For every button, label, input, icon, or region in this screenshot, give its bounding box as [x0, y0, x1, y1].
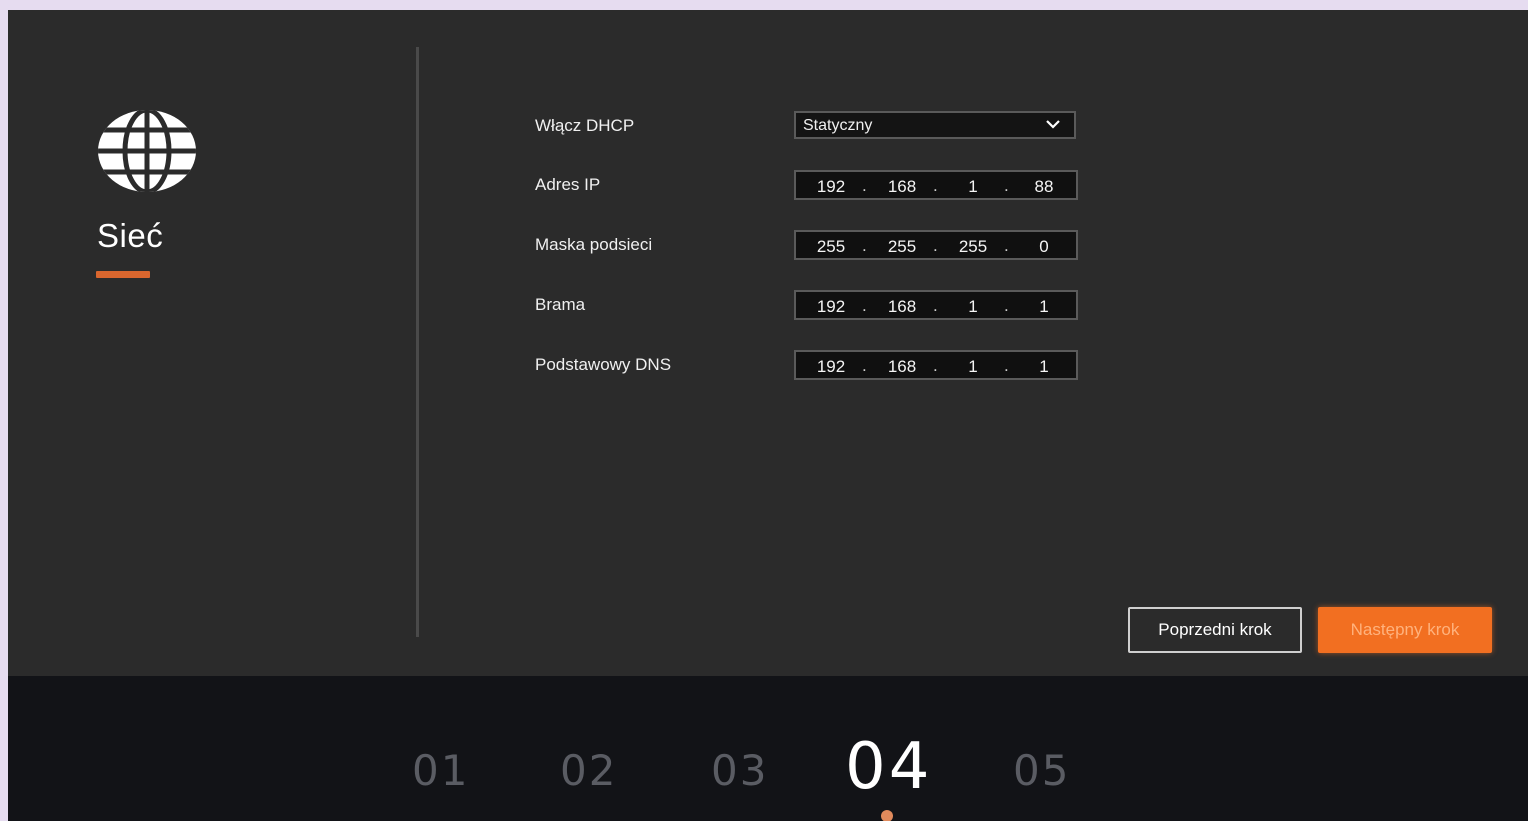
- ip-address-octet-2[interactable]: 168: [882, 177, 922, 197]
- section-title: Sieć: [97, 217, 164, 254]
- subnet-mask-octet-2[interactable]: 255: [882, 237, 922, 257]
- primary-dns-octet-4[interactable]: 1: [1024, 357, 1064, 377]
- primary-dns-label: Podstawowy DNS: [535, 355, 672, 374]
- dhcp-select[interactable]: Statyczny: [794, 111, 1076, 139]
- gateway-row: Brama 192 . 168 . 1 . 1: [535, 290, 1095, 320]
- step-04-active[interactable]: 04: [845, 730, 932, 804]
- primary-dns-octet-3[interactable]: 1: [953, 357, 993, 377]
- octet-separator: .: [933, 176, 938, 195]
- primary-dns-octet-1[interactable]: 192: [811, 357, 851, 377]
- gateway-octet-2[interactable]: 168: [882, 297, 922, 317]
- primary-dns-field[interactable]: 192 . 168 . 1 . 1: [794, 350, 1078, 380]
- subnet-mask-octet-1[interactable]: 255: [811, 237, 851, 257]
- ip-address-field[interactable]: 192 . 168 . 1 . 88: [794, 170, 1078, 200]
- octet-separator: .: [862, 236, 867, 255]
- step-01[interactable]: 01: [412, 746, 469, 795]
- primary-dns-row: Podstawowy DNS 192 . 168 . 1 . 1: [535, 350, 1095, 380]
- subnet-mask-octet-4[interactable]: 0: [1024, 237, 1064, 257]
- subnet-mask-row: Maska podsieci 255 . 255 . 255 . 0: [535, 230, 1095, 260]
- octet-separator: .: [1004, 176, 1009, 195]
- step-05[interactable]: 05: [1013, 746, 1070, 795]
- main-panel: Sieć Włącz DHCP Statyczny Adres IP 192 .…: [8, 10, 1528, 676]
- octet-separator: .: [862, 356, 867, 375]
- chevron-down-icon: [1046, 120, 1060, 129]
- octet-separator: .: [1004, 296, 1009, 315]
- dhcp-select-value: Statyczny: [803, 117, 873, 134]
- section-panel: Sieć: [8, 10, 418, 676]
- title-underline: [96, 271, 150, 278]
- gateway-octet-3[interactable]: 1: [953, 297, 993, 317]
- subnet-mask-label: Maska podsieci: [535, 235, 653, 254]
- octet-separator: .: [862, 176, 867, 195]
- active-step-marker: [881, 810, 893, 821]
- subnet-mask-octet-3[interactable]: 255: [953, 237, 993, 257]
- ip-address-octet-1[interactable]: 192: [811, 177, 851, 197]
- vertical-divider: [416, 47, 419, 637]
- gateway-label: Brama: [535, 295, 586, 314]
- octet-separator: .: [1004, 356, 1009, 375]
- ip-address-label: Adres IP: [535, 175, 601, 194]
- dhcp-label: Włącz DHCP: [535, 116, 635, 135]
- ip-address-octet-4[interactable]: 88: [1024, 177, 1064, 197]
- next-step-button[interactable]: Następny krok: [1318, 607, 1492, 653]
- step-03[interactable]: 03: [711, 746, 768, 795]
- primary-dns-octet-2[interactable]: 168: [882, 357, 922, 377]
- ip-address-row: Adres IP 192 . 168 . 1 . 88: [535, 170, 1095, 200]
- gateway-field[interactable]: 192 . 168 . 1 . 1: [794, 290, 1078, 320]
- step-02[interactable]: 02: [560, 746, 617, 795]
- octet-separator: .: [862, 296, 867, 315]
- gateway-octet-4[interactable]: 1: [1024, 297, 1064, 317]
- octet-separator: .: [933, 296, 938, 315]
- dhcp-row: Włącz DHCP Statyczny: [535, 111, 1095, 141]
- octet-separator: .: [1004, 236, 1009, 255]
- step-indicator: 01 02 03 04 05: [8, 676, 1528, 821]
- subnet-mask-field[interactable]: 255 . 255 . 255 . 0: [794, 230, 1078, 260]
- ip-address-octet-3[interactable]: 1: [953, 177, 993, 197]
- previous-step-button[interactable]: Poprzedni krok: [1128, 607, 1302, 653]
- globe-icon: [98, 110, 196, 192]
- gateway-octet-1[interactable]: 192: [811, 297, 851, 317]
- setup-wizard: Sieć Włącz DHCP Statyczny Adres IP 192 .…: [8, 10, 1528, 821]
- octet-separator: .: [933, 236, 938, 255]
- octet-separator: .: [933, 356, 938, 375]
